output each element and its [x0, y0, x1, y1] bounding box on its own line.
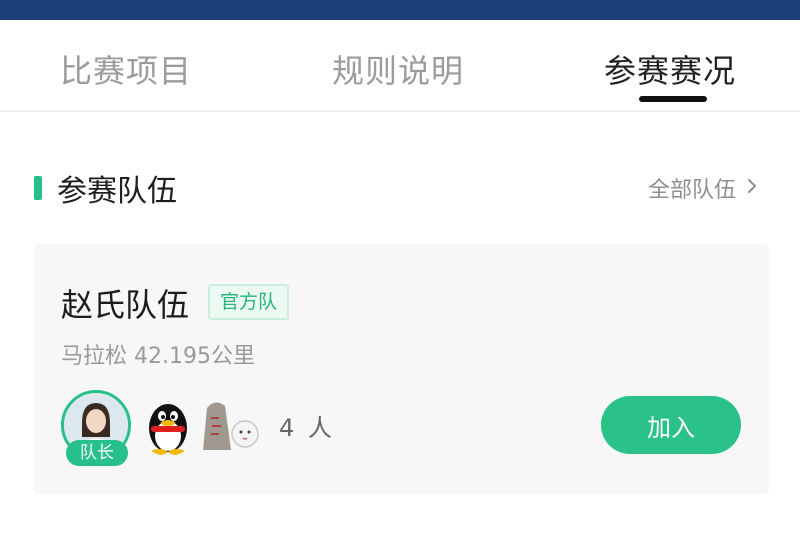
- tab-bar: 比赛项目 规则说明 参赛赛况: [0, 20, 800, 112]
- status-bar: [0, 0, 800, 20]
- tab-rules[interactable]: 规则说明: [332, 46, 464, 92]
- section-header: 参赛队伍 全部队伍: [0, 160, 800, 210]
- penguin-icon: [149, 404, 187, 455]
- member-count: 4 人: [279, 414, 335, 442]
- all-teams-link[interactable]: 全部队伍: [648, 172, 736, 204]
- all-teams-label: 全部队伍: [647, 178, 736, 203]
- section-title: 参赛队伍: [57, 174, 177, 209]
- captain-tag: 队长: [66, 440, 128, 466]
- tab-status[interactable]: 参赛赛况: [604, 46, 736, 92]
- section-accent-bar: [34, 176, 42, 200]
- member-avatar-penguin[interactable]: [137, 394, 199, 456]
- official-team-badge: 官方队: [208, 284, 290, 320]
- team-card[interactable]: 赵氏队伍 官方队 马拉松 42.195公里 队长 4 人 加入: [33, 244, 769, 494]
- join-button[interactable]: 加入: [601, 396, 741, 454]
- chevron-right-icon[interactable]: [744, 178, 760, 194]
- team-name: 赵氏队伍: [61, 286, 190, 324]
- member-avatar-stone[interactable]: [197, 394, 259, 456]
- tab-events[interactable]: 比赛项目: [60, 46, 192, 92]
- stone-avatar-icon: [203, 402, 259, 450]
- active-tab-indicator: [639, 96, 707, 102]
- team-description: 马拉松 42.195公里: [61, 344, 255, 369]
